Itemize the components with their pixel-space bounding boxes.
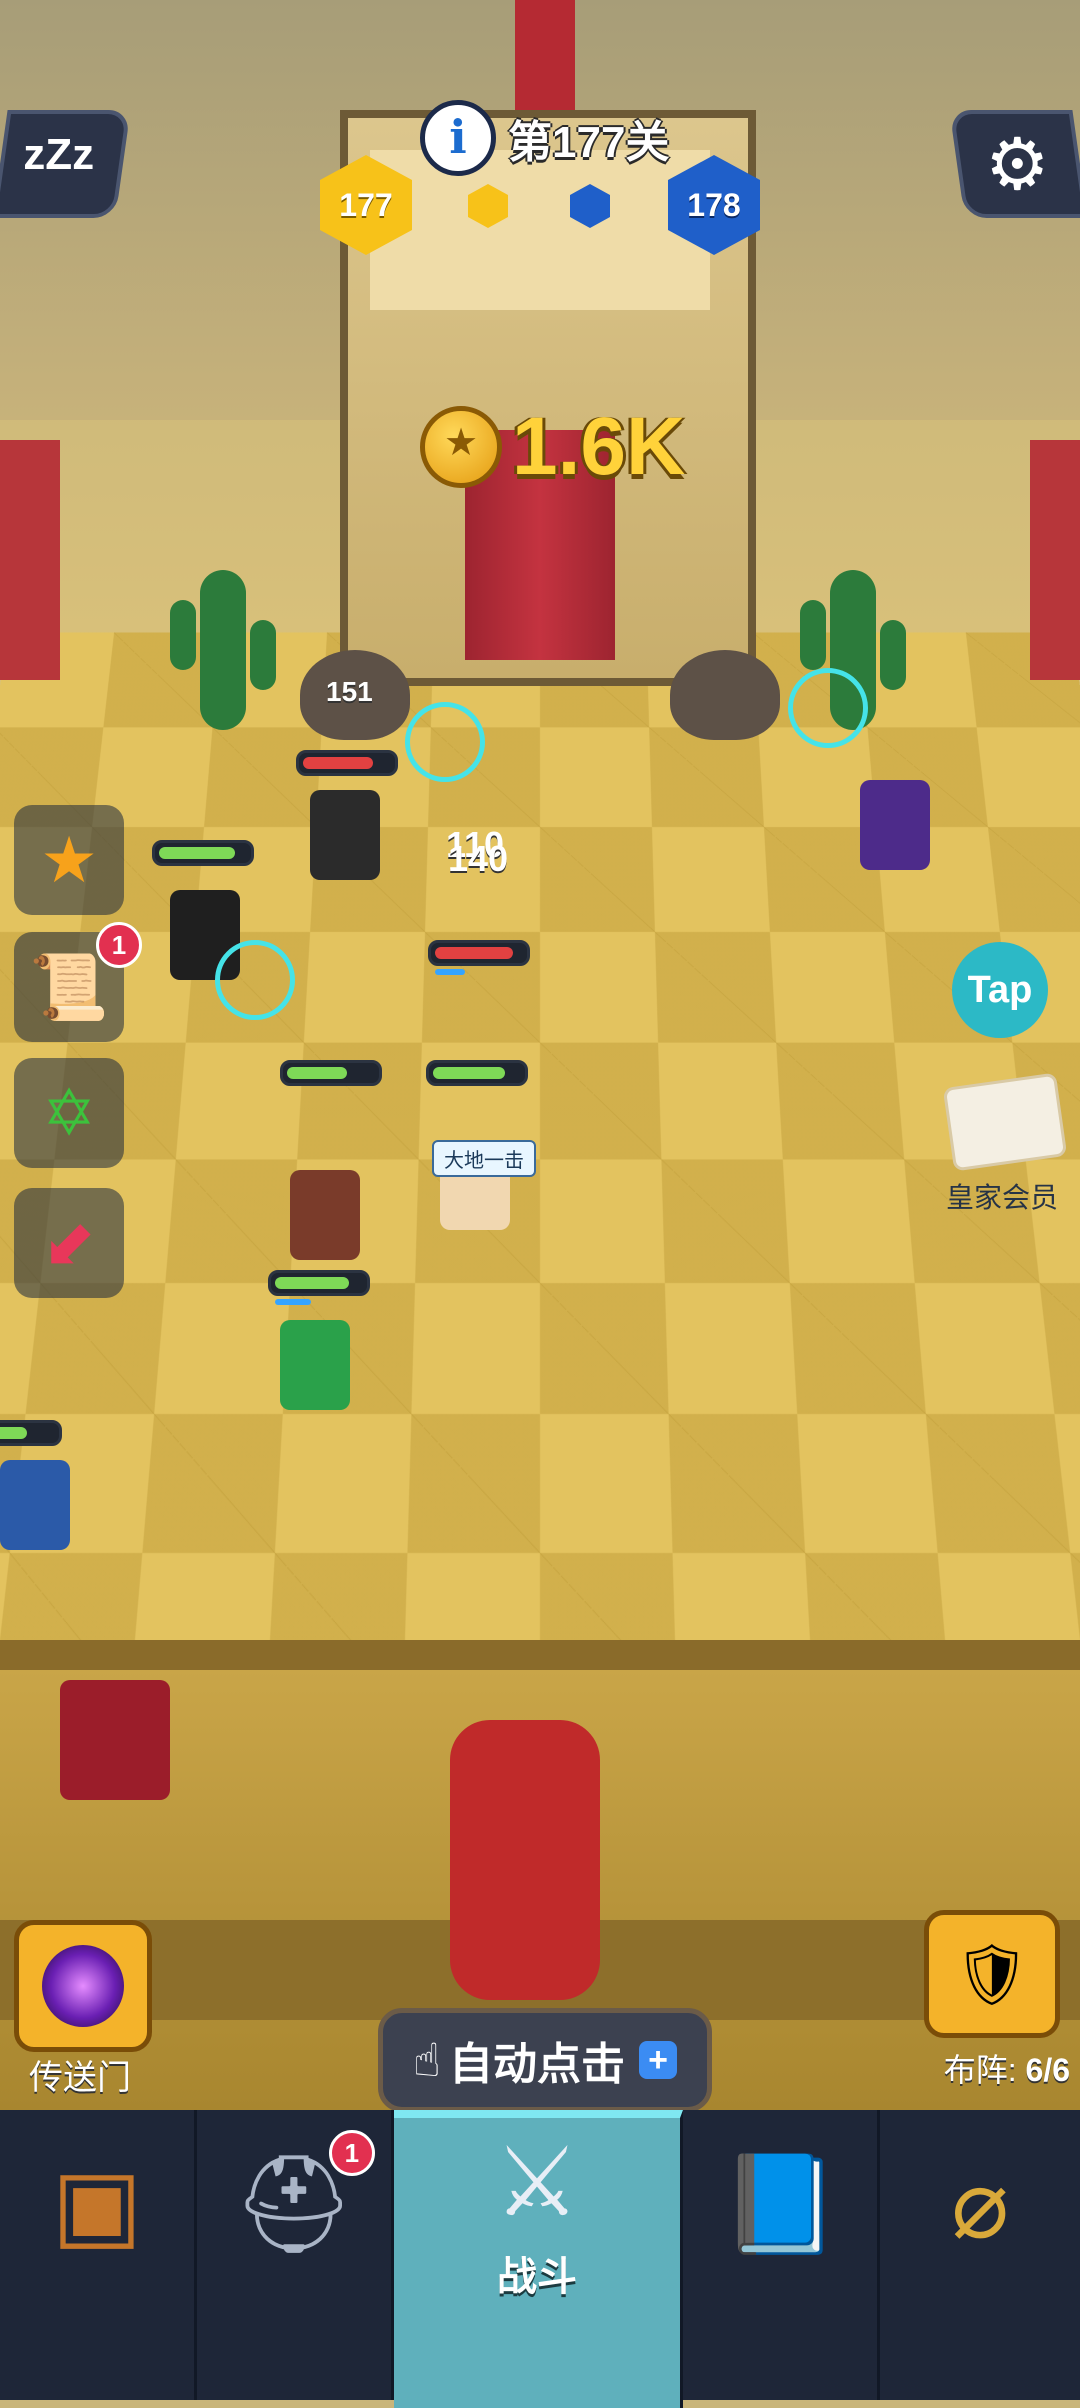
level-title: 第177关: [508, 118, 670, 167]
ally-health-bar: [268, 1270, 370, 1305]
sleep-icon: zZz: [23, 130, 95, 179]
quest-badge: 1: [96, 922, 142, 968]
ally-sprite: [0, 1460, 70, 1550]
auto-click-button[interactable]: ☝ 自动点击 +: [378, 2008, 712, 2112]
left-wall: [0, 440, 60, 680]
lineup-status: 布阵: 6/6: [910, 2045, 1070, 2091]
nav-spellbook[interactable]: 📘: [683, 2110, 881, 2400]
lineup-hero-icon: 🛡: [953, 1940, 1031, 2008]
leaderboard-button[interactable]: ★: [14, 805, 124, 915]
battle-scene: 151 110 140 大地一击: [0, 0, 1080, 2110]
damage-number: 151: [326, 676, 373, 707]
vip-label[interactable]: 皇家会员: [940, 1176, 1064, 1216]
ally-health-bar: [0, 1420, 62, 1446]
nav-battle[interactable]: ⚔ 战斗: [393, 2110, 684, 2408]
spellbook-icon: 📘: [720, 2151, 841, 2258]
enemy-sprite: [310, 790, 380, 880]
board-ledge: [0, 1640, 1080, 1670]
cactus-left: [170, 570, 276, 730]
bottom-nav: ▣ ⛑ 1 ⚔ 战斗 📘 ⌀: [0, 2110, 1080, 2408]
ally-health-bar: [426, 1060, 528, 1086]
target-ring: [215, 940, 295, 1020]
talent-button[interactable]: ✡: [14, 1058, 124, 1168]
clay-pot-right: [670, 650, 780, 740]
enemy-sprite: [860, 780, 930, 870]
amulet-icon: ⌀: [951, 2151, 1010, 2258]
ally-health-bar: [152, 840, 254, 866]
team-left-level: 177: [339, 186, 393, 223]
sleep-button[interactable]: zZz: [0, 110, 131, 218]
ally-health-bar: [280, 1060, 382, 1086]
team-right-level: 178: [687, 186, 741, 223]
lineup-label: 布阵:: [943, 2052, 1017, 2088]
heroes-badge: 1: [328, 2130, 375, 2176]
chest-icon: ▣: [51, 2151, 143, 2258]
coin-counter: ★ 1.6K: [420, 400, 685, 494]
nav-battle-label: 战斗: [497, 2255, 578, 2299]
lineup-button[interactable]: 🛡: [924, 1910, 1060, 2038]
target-ring: [405, 702, 485, 782]
level-info[interactable]: i 第177关: [420, 100, 669, 176]
enemy-health-bar: [296, 750, 398, 776]
gear-icon: ⚙: [985, 125, 1050, 205]
portal-button[interactable]: [14, 1920, 152, 2052]
portal-icon: [42, 1945, 124, 2027]
plus-icon[interactable]: +: [639, 2041, 677, 2079]
skill-name-tag: 大地一击: [432, 1140, 536, 1177]
damage-number: 140: [448, 838, 509, 879]
coin-value: 1.6K: [512, 401, 686, 492]
boost-button[interactable]: ⬋: [14, 1188, 124, 1298]
auto-click-label: 自动点击: [449, 2040, 625, 2089]
enemy-health-bar: [428, 940, 530, 975]
arrow-icon: ⬋: [42, 1206, 96, 1279]
ally-sprite: [280, 1320, 350, 1410]
portal-label: 传送门: [29, 2059, 131, 2097]
vip-card-icon[interactable]: [942, 1072, 1068, 1172]
quest-scroll-button[interactable]: 📜 1: [14, 922, 142, 1042]
trophy-icon: ★: [40, 823, 98, 896]
target-ring: [788, 668, 868, 748]
settings-button[interactable]: ⚙: [949, 110, 1080, 218]
info-icon[interactable]: i: [420, 100, 496, 176]
ally-sprite: [290, 1170, 360, 1260]
hexagram-icon: ✡: [42, 1076, 96, 1149]
nav-heroes[interactable]: ⛑ 1: [197, 2110, 394, 2400]
hero-sprite: [450, 1720, 600, 2000]
nav-amulet[interactable]: ⌀: [880, 2110, 1080, 2400]
ally-sprite: [60, 1680, 170, 1800]
hand-tap-icon: ☝: [412, 2034, 441, 2086]
nav-chest[interactable]: ▣: [0, 2110, 197, 2400]
tap-button[interactable]: Tap: [952, 942, 1048, 1038]
crossed-swords-icon: ⚔: [494, 2129, 581, 2236]
right-wall: [1030, 440, 1080, 680]
coin-icon: ★: [420, 406, 502, 488]
scroll-icon: 📜: [29, 950, 109, 1023]
lineup-value: 6/6: [1025, 2052, 1070, 2088]
